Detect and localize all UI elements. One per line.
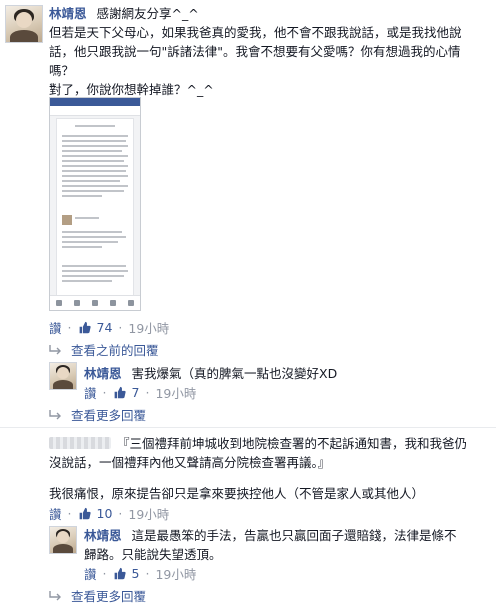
reply-comment: 林靖恩 害我爆氣（真的脾氣一點也沒變好XD (84, 364, 484, 383)
quoted-text-line: 沒說話，一個禮拜內他又聲請高分院檢查署再議。』 (49, 455, 331, 470)
comment-author[interactable]: 林靖恩 (49, 6, 87, 21)
reply-text: 害我爆氣（真的脾氣一點也沒變好XD (131, 366, 338, 381)
reply-arrow-icon (49, 344, 61, 354)
like-button[interactable]: 讚 (84, 383, 97, 402)
like-button[interactable]: 讚 (84, 564, 97, 583)
thumbs-up-icon (79, 321, 91, 334)
more-replies-link[interactable]: 查看更多回覆 (49, 405, 146, 424)
reply-comment: 林靖恩 這是最愚笨的手法，告贏也只贏回面子還賠錢，法律是條不 歸路。只能說失望透… (84, 526, 484, 564)
more-replies-link[interactable]: 查看更多回覆 (49, 586, 146, 605)
more-replies-label[interactable]: 查看更多回覆 (71, 405, 146, 424)
timestamp[interactable]: 19小時 (128, 504, 169, 523)
quoted-text-line: 『三個禮拜前坤城收到地院檢查署的不起訴通知書，我和我爸仍 (117, 436, 468, 451)
like-count[interactable]: 74 (97, 320, 113, 335)
previous-replies-link[interactable]: 查看之前的回覆 (49, 340, 159, 359)
like-count[interactable]: 7 (132, 385, 140, 400)
comment-actions: 讚 · 74 · 19小時 (49, 318, 170, 337)
like-button[interactable]: 讚 (49, 318, 62, 337)
avatar[interactable] (5, 5, 43, 43)
comment-text-line: 感謝網友分享^_^ (96, 6, 199, 21)
reply-text-line: 歸路。只能說失望透頂。 (84, 547, 222, 562)
attached-phone-screenshot[interactable] (49, 97, 141, 311)
reply-author[interactable]: 林靖恩 (84, 366, 122, 381)
reply-actions: 讚 · 5 · 19小時 (84, 564, 197, 583)
comment-text-line: 嗎？ (49, 63, 75, 78)
comment-text-line: 話，他只跟我說一句"訴諸法律"。我會不想要有父愛嗎？你有想過我的心情 (49, 44, 461, 59)
quoted-comment: 『三個禮拜前坤城收到地院檢查署的不起訴通知書，我和我爸仍 沒說話，一個禮拜內他又… (49, 434, 489, 472)
timestamp[interactable]: 19小時 (155, 564, 196, 583)
comment-text-line: 但若是天下父母心，如果我爸真的愛我，他不會不跟我說話，或是我找他說 (49, 25, 462, 40)
more-replies-label[interactable]: 查看更多回覆 (71, 586, 146, 605)
avatar[interactable] (49, 526, 77, 554)
divider (0, 427, 496, 428)
thumbs-up-icon (114, 386, 126, 399)
timestamp[interactable]: 19小時 (155, 383, 196, 402)
comment-body: 我很痛恨，原來提告卻只是拿來要挾控他人（不管是家人或其他人） (49, 486, 425, 501)
comment-actions: 讚 · 10 · 19小時 (49, 504, 170, 523)
thumbs-up-icon (114, 567, 126, 580)
reply-arrow-icon (49, 590, 61, 600)
reply-arrow-icon (49, 409, 61, 419)
thumbs-up-icon (79, 507, 91, 520)
reply-text-line: 這是最愚笨的手法，告贏也只贏回面子還賠錢，法律是條不 (131, 528, 457, 543)
previous-replies-label[interactable]: 查看之前的回覆 (71, 340, 159, 359)
like-button[interactable]: 讚 (49, 504, 62, 523)
timestamp[interactable]: 19小時 (128, 318, 169, 337)
main-comment: 林靖恩 感謝網友分享^_^ 但若是天下父母心，如果我爸真的愛我，他不會不跟我說話… (49, 4, 489, 99)
reply-actions: 讚 · 7 · 19小時 (84, 383, 197, 402)
avatar[interactable] (49, 362, 77, 390)
like-count[interactable]: 5 (132, 566, 140, 581)
like-count[interactable]: 10 (97, 506, 113, 521)
reply-author[interactable]: 林靖恩 (84, 528, 122, 543)
